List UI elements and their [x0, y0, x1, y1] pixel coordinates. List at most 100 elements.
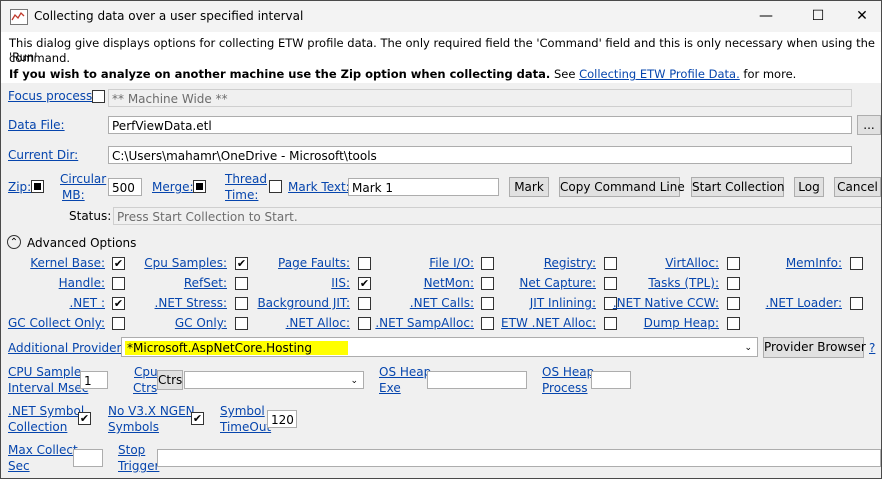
cpu-ctrs-label-2[interactable]: Ctrs: [133, 381, 157, 395]
option-checkbox[interactable]: [481, 317, 494, 330]
option-checkbox[interactable]: [727, 277, 740, 290]
option-label[interactable]: IIS:: [331, 276, 350, 290]
option-label[interactable]: NetMon:: [424, 276, 474, 290]
copy-command-line-button[interactable]: Copy Command Line: [559, 177, 685, 197]
option-checkbox[interactable]: [235, 277, 248, 290]
help-link[interactable]: Collecting ETW Profile Data.: [579, 67, 740, 81]
option-checkbox[interactable]: [727, 257, 740, 270]
option-checkbox[interactable]: [235, 297, 248, 310]
thread-time-checkbox[interactable]: [269, 180, 282, 193]
option-checkbox[interactable]: [481, 297, 494, 310]
max-collect-label-1[interactable]: Max Collect: [8, 443, 78, 457]
cpu-sample-label-1[interactable]: CPU Sample: [8, 365, 81, 379]
option-label[interactable]: .NET Native CCW:: [613, 296, 719, 310]
option-checkbox[interactable]: [727, 297, 740, 310]
zip-checkbox[interactable]: [31, 180, 44, 193]
ngen-label-1[interactable]: No V3.X NGEN: [108, 404, 195, 418]
chevron-down-icon[interactable]: ⌄: [350, 372, 358, 388]
option-label[interactable]: .NET Alloc:: [286, 316, 350, 330]
os-heap-process-label-2[interactable]: Process: [542, 381, 588, 395]
symbol-timeout-input[interactable]: 120: [267, 410, 297, 428]
option-label[interactable]: .NET Calls:: [410, 296, 474, 310]
option-label[interactable]: Tasks (TPL):: [648, 276, 719, 290]
option-label[interactable]: Cpu Samples:: [144, 256, 227, 270]
net-symbol-checkbox[interactable]: ✔: [78, 412, 91, 425]
option-checkbox[interactable]: [604, 277, 617, 290]
help-question-link[interactable]: ?: [869, 341, 875, 355]
os-heap-exe-label-1[interactable]: OS Heap: [379, 365, 431, 379]
option-checkbox[interactable]: [235, 317, 248, 330]
cpu-sample-label-2[interactable]: Interval Msec: [8, 381, 88, 395]
merge-checkbox[interactable]: [193, 180, 206, 193]
os-heap-process-input[interactable]: [591, 371, 631, 389]
close-button[interactable]: ✕: [839, 1, 881, 32]
option-label[interactable]: VirtAlloc:: [665, 256, 719, 270]
mark-text-label[interactable]: Mark Text:: [288, 180, 350, 194]
option-checkbox[interactable]: ✔: [235, 257, 248, 270]
option-label[interactable]: Page Faults:: [278, 256, 350, 270]
additional-providers-input[interactable]: *Microsoft.AspNetCore.Hosting ⌄: [121, 337, 758, 357]
option-checkbox[interactable]: [850, 257, 863, 270]
max-collect-sec-input[interactable]: [73, 449, 103, 467]
option-checkbox[interactable]: ✔: [112, 257, 125, 270]
cancel-button[interactable]: Cancel: [834, 177, 881, 197]
option-label[interactable]: File I/O:: [429, 256, 474, 270]
circular-label-1[interactable]: Circular: [60, 172, 106, 186]
os-heap-process-label-1[interactable]: OS Heap: [542, 365, 594, 379]
additional-providers-label[interactable]: Additional Providers:: [8, 341, 132, 355]
thread-time-label-2[interactable]: Time:: [225, 188, 258, 202]
symbol-timeout-label-1[interactable]: Symbol: [220, 404, 265, 418]
collapse-chevron-icon[interactable]: ⌃: [7, 235, 21, 249]
cpu-sample-interval-input[interactable]: 1: [80, 371, 108, 389]
option-checkbox[interactable]: [481, 277, 494, 290]
net-symbol-label-2[interactable]: Collection: [8, 420, 67, 434]
os-heap-exe-label-2[interactable]: Exe: [379, 381, 401, 395]
stop-trigger-label-1[interactable]: Stop: [118, 443, 145, 457]
option-label[interactable]: .NET Stress:: [155, 296, 227, 310]
provider-browser-button[interactable]: Provider Browser: [763, 337, 866, 358]
log-button[interactable]: Log: [794, 177, 824, 197]
option-label[interactable]: Background JIT:: [257, 296, 350, 310]
ngen-symbols-checkbox[interactable]: ✔: [191, 412, 204, 425]
cpu-ctrs-select[interactable]: ⌄: [184, 371, 364, 389]
option-label[interactable]: MemInfo:: [786, 256, 842, 270]
zip-label[interactable]: Zip:: [8, 180, 31, 194]
mark-text-input[interactable]: Mark 1: [348, 178, 499, 196]
ngen-label-2[interactable]: Symbols: [108, 420, 159, 434]
symbol-timeout-label-2[interactable]: TimeOut: [220, 420, 271, 434]
option-checkbox[interactable]: [850, 297, 863, 310]
option-label[interactable]: ETW .NET Alloc:: [501, 316, 596, 330]
focus-process-label[interactable]: Focus process:: [8, 89, 96, 103]
circular-mb-input[interactable]: 500: [108, 178, 142, 196]
option-label[interactable]: Dump Heap:: [644, 316, 719, 330]
merge-label[interactable]: Merge:: [152, 180, 194, 194]
option-label[interactable]: RefSet:: [184, 276, 227, 290]
os-heap-exe-input[interactable]: [427, 371, 527, 389]
option-checkbox[interactable]: [112, 277, 125, 290]
mark-button[interactable]: Mark: [509, 177, 549, 197]
data-file-input[interactable]: PerfViewData.etl: [108, 116, 852, 134]
option-label[interactable]: Registry:: [544, 256, 596, 270]
option-checkbox[interactable]: [481, 257, 494, 270]
current-dir-label[interactable]: Current Dir:: [8, 148, 78, 162]
option-label[interactable]: .NET SampAlloc:: [375, 316, 474, 330]
browse-button[interactable]: ...: [857, 115, 881, 135]
option-checkbox[interactable]: ✔: [112, 297, 125, 310]
data-file-label[interactable]: Data File:: [8, 118, 65, 132]
circular-label-2[interactable]: MB:: [62, 188, 85, 202]
option-checkbox[interactable]: [604, 317, 617, 330]
current-dir-input[interactable]: C:\Users\mahamr\OneDrive - Microsoft\too…: [108, 146, 852, 164]
option-label[interactable]: GC Only:: [175, 316, 227, 330]
option-checkbox[interactable]: [112, 317, 125, 330]
option-label[interactable]: JIT Inlining:: [530, 296, 596, 310]
chevron-down-icon[interactable]: ⌄: [744, 338, 752, 356]
minimize-button[interactable]: —: [743, 1, 789, 32]
start-collection-button[interactable]: Start Collection: [691, 177, 784, 197]
focus-process-input[interactable]: ** Machine Wide **: [108, 89, 852, 107]
option-label[interactable]: Handle:: [59, 276, 105, 290]
ctrs-button[interactable]: Ctrs: [157, 370, 183, 390]
max-collect-label-2[interactable]: Sec: [8, 459, 30, 473]
option-checkbox[interactable]: [358, 317, 371, 330]
option-label[interactable]: GC Collect Only:: [8, 316, 105, 330]
option-label[interactable]: .NET Loader:: [766, 296, 842, 310]
